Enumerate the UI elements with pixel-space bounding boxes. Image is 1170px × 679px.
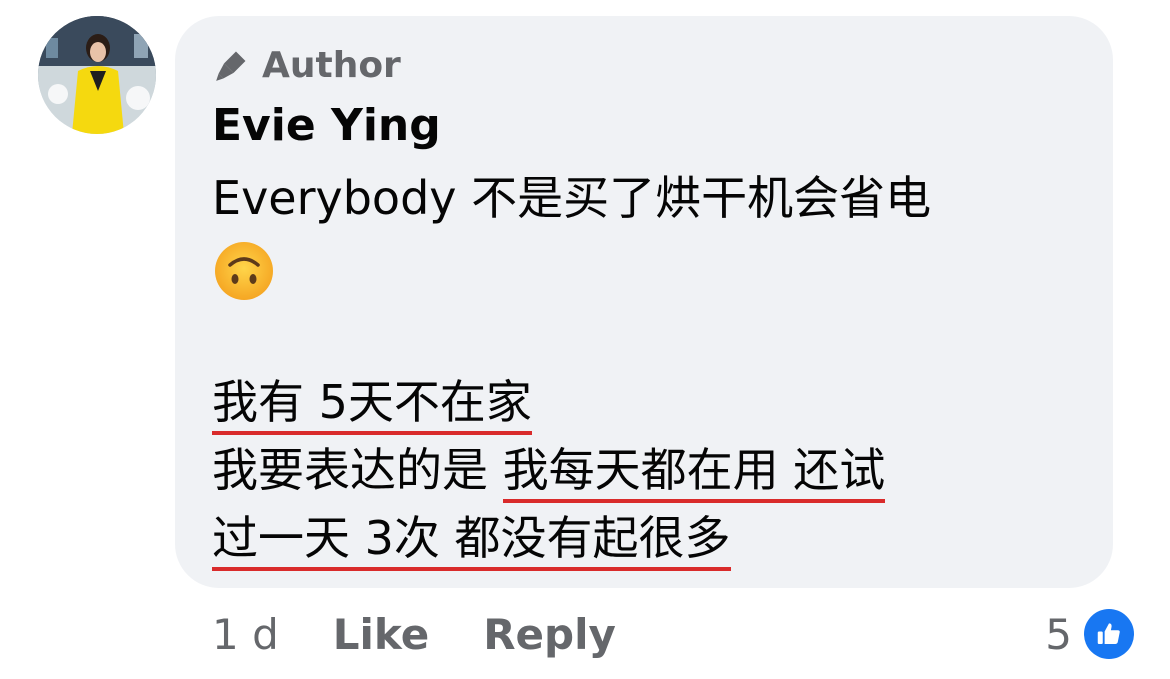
comment-text: Everybody 不是买了烘干机会省电 我有 5天不在家 我要表达的是 我每天… [212, 164, 1092, 572]
reaction-count[interactable]: 5 [1045, 610, 1072, 659]
timestamp[interactable]: 1 d [212, 610, 279, 659]
comment-text-segment: 我要表达的是 [212, 443, 488, 497]
comment-line: 我要表达的是 我每天都在用 还试 [212, 436, 1092, 504]
underlined-text: 我每天都在用 还试 [502, 443, 886, 503]
thumbs-up-icon[interactable] [1084, 609, 1134, 659]
underlined-text: 我有 5天不在家 [212, 375, 532, 435]
reply-button[interactable]: Reply [483, 610, 616, 659]
like-button[interactable]: Like [333, 610, 429, 659]
comment-line: Everybody 不是买了烘干机会省电 [212, 171, 932, 225]
author-badge-label: Author [262, 44, 401, 86]
comment-emoji-line [212, 232, 1092, 300]
reaction-summary[interactable]: 5 [1045, 604, 1134, 664]
comment-actions: 1 d Like Reply [212, 604, 670, 664]
comment-line: 我有 5天不在家 [212, 368, 1092, 436]
comment-line-blank [212, 300, 1092, 368]
avatar[interactable] [38, 16, 156, 134]
author-badge: Author [212, 42, 1113, 88]
underlined-text: 过一天 3次 都没有起很多 [212, 511, 731, 571]
comment-line: 过一天 3次 都没有起很多 [212, 504, 1092, 572]
comment-bubble: Author Evie Ying Everybody 不是买了烘干机会省电 我有… [175, 16, 1113, 588]
author-name[interactable]: Evie Ying [212, 98, 1113, 154]
upside-down-face-icon [212, 239, 276, 303]
microphone-icon [212, 45, 252, 85]
